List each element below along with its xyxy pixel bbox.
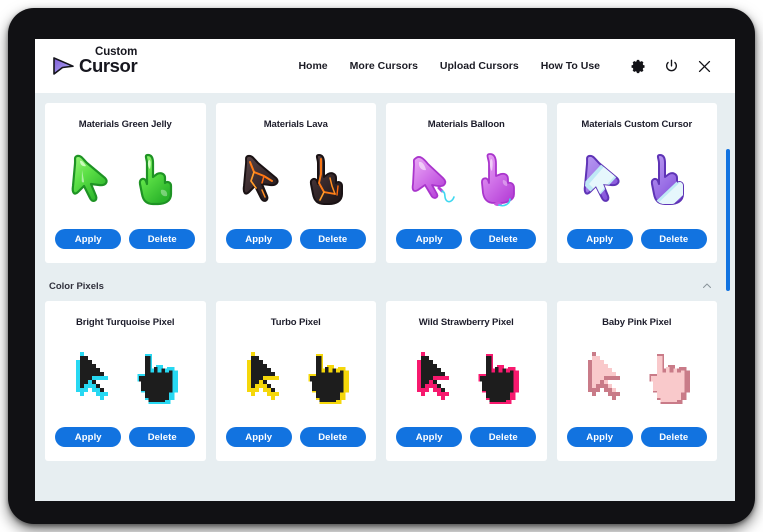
vertical-scrollbar-track[interactable]: [726, 149, 730, 501]
cursor-preview: [581, 130, 693, 229]
cursor-card-actions: Apply Delete: [225, 427, 366, 447]
app-header: Custom Cursor Home More Cursors Upload C…: [35, 39, 735, 93]
close-x-icon[interactable]: [696, 58, 713, 75]
apply-button[interactable]: Apply: [566, 427, 633, 447]
brand-logo-line1: Custom: [95, 45, 138, 58]
content-scroll-area[interactable]: Materials Green Jelly Apply Delete Mater…: [35, 93, 735, 501]
arrow-cursor-preview-icon: [583, 154, 620, 202]
delete-button[interactable]: Delete: [129, 427, 196, 447]
materials-card-grid: Materials Green Jelly Apply Delete Mater…: [35, 93, 735, 263]
arrow-cursor-preview-icon: [587, 351, 620, 400]
delete-button[interactable]: Delete: [470, 229, 537, 249]
power-icon[interactable]: [663, 58, 680, 75]
cursor-preview: [72, 328, 179, 427]
apply-button[interactable]: Apply: [55, 427, 122, 447]
hand-cursor-preview-icon: [139, 153, 173, 205]
brand-logo[interactable]: Custom Cursor: [51, 46, 138, 79]
cursor-card-actions: Apply Delete: [55, 229, 196, 249]
cursor-card-actions: Apply Delete: [396, 427, 537, 447]
hand-cursor-preview-icon: [481, 152, 516, 206]
cursor-card-title: Materials Balloon: [427, 119, 505, 130]
nav-link-upload-cursors[interactable]: Upload Cursors: [440, 60, 519, 72]
delete-button[interactable]: Delete: [299, 427, 366, 447]
delete-button[interactable]: Delete: [470, 427, 537, 447]
nav-link-home[interactable]: Home: [298, 60, 327, 72]
settings-gear-icon[interactable]: [630, 58, 647, 75]
delete-button[interactable]: Delete: [640, 229, 707, 249]
arrow-cursor-preview-icon: [242, 154, 279, 202]
hand-cursor-preview-icon: [137, 353, 179, 404]
cursor-card-title: Bright Turquoise Pixel: [76, 317, 175, 328]
header-icon-group: [630, 58, 713, 75]
cursor-card[interactable]: Materials Lava Apply Delete: [215, 103, 376, 263]
apply-button[interactable]: Apply: [396, 427, 463, 447]
cursor-preview: [69, 130, 181, 229]
cursor-card-actions: Apply Delete: [566, 229, 707, 249]
cursor-card-title: Materials Green Jelly: [78, 119, 172, 130]
brand-logo-line2: Cursor: [79, 54, 138, 76]
arrow-cursor-preview-icon: [417, 351, 450, 400]
cursor-arrow-logo-icon: [53, 57, 74, 75]
cursor-preview: [240, 130, 352, 229]
cursor-card-actions: Apply Delete: [225, 229, 366, 249]
hand-cursor-preview-icon: [309, 153, 343, 205]
vertical-scrollbar-thumb[interactable]: [726, 149, 730, 291]
cursor-card-title: Materials Lava: [263, 119, 328, 130]
device-bezel: Custom Cursor Home More Cursors Upload C…: [8, 8, 755, 524]
apply-button[interactable]: Apply: [225, 427, 292, 447]
cursor-card[interactable]: Materials Custom Cursor Apply Delete: [556, 103, 717, 263]
apply-button[interactable]: Apply: [55, 229, 122, 249]
apply-button[interactable]: Apply: [225, 229, 292, 249]
hand-cursor-preview-icon: [649, 353, 690, 404]
cursor-card[interactable]: Materials Green Jelly Apply Delete: [45, 103, 206, 263]
cursor-preview: [409, 130, 523, 229]
cursor-card-title: Baby Pink Pixel: [602, 317, 672, 328]
nav-link-how-to-use[interactable]: How To Use: [541, 60, 600, 72]
arrow-cursor-preview-icon: [412, 155, 456, 202]
arrow-cursor-preview-icon: [76, 351, 109, 400]
cursor-card-actions: Apply Delete: [55, 427, 196, 447]
app-screen: Custom Cursor Home More Cursors Upload C…: [35, 39, 735, 501]
cursor-card-title: Turbo Pixel: [270, 317, 321, 328]
cursor-card-title: Materials Custom Cursor: [581, 119, 693, 130]
color-pixels-card-grid: Bright Turquoise Pixel Apply Delete Turb…: [35, 301, 735, 461]
hand-cursor-preview-icon: [308, 353, 349, 404]
brand-logo-text: Custom Cursor: [79, 46, 138, 76]
nav-link-more-cursors[interactable]: More Cursors: [350, 60, 418, 72]
arrow-cursor-preview-icon: [246, 351, 279, 400]
cursor-preview: [584, 328, 690, 427]
cursor-preview: [413, 328, 520, 427]
cursor-card[interactable]: Bright Turquoise Pixel Apply Delete: [45, 301, 206, 461]
apply-button[interactable]: Apply: [396, 229, 463, 249]
cursor-preview: [243, 328, 349, 427]
section-title: Color Pixels: [49, 280, 104, 292]
cursor-card-actions: Apply Delete: [396, 229, 537, 249]
chevron-up-icon[interactable]: [701, 280, 713, 292]
apply-button[interactable]: Apply: [566, 229, 633, 249]
cursor-card[interactable]: Turbo Pixel Apply Delete: [215, 301, 376, 461]
cursor-card[interactable]: Materials Balloon Apply Delete: [386, 103, 547, 263]
cursor-card[interactable]: Wild Strawberry Pixel Apply Delete: [386, 301, 547, 461]
delete-button[interactable]: Delete: [299, 229, 366, 249]
cursor-card[interactable]: Baby Pink Pixel Apply Delete: [556, 301, 717, 461]
cursor-card-title: Wild Strawberry Pixel: [418, 317, 514, 328]
main-navigation: Home More Cursors Upload Cursors How To …: [298, 58, 713, 75]
section-header-color-pixels[interactable]: Color Pixels: [35, 271, 735, 301]
delete-button[interactable]: Delete: [640, 427, 707, 447]
hand-cursor-preview-icon: [650, 153, 684, 205]
delete-button[interactable]: Delete: [129, 229, 196, 249]
arrow-cursor-preview-icon: [71, 154, 108, 202]
cursor-card-actions: Apply Delete: [566, 427, 707, 447]
hand-cursor-preview-icon: [478, 353, 520, 404]
